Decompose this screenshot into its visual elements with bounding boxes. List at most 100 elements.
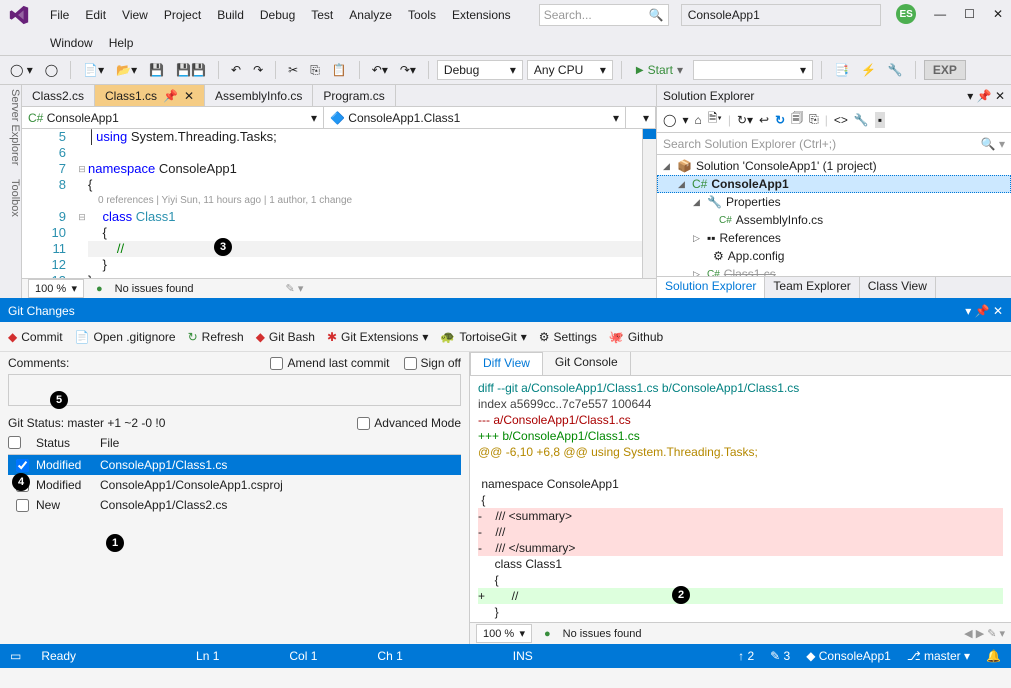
save-all-button[interactable]: 💾💾 xyxy=(172,61,210,79)
undo2-button[interactable]: ↶▾ xyxy=(368,61,392,79)
changed-file-row[interactable]: ModifiedConsoleApp1/ConsoleApp1.csproj xyxy=(8,475,461,495)
panel-close-icon[interactable]: ✕ xyxy=(995,89,1005,103)
new-project-button[interactable]: 📄▾ xyxy=(79,61,108,79)
close-icon[interactable]: ✕ xyxy=(993,7,1003,21)
maximize-icon[interactable]: ☐ xyxy=(964,7,975,21)
github-button[interactable]: 🐙Github xyxy=(609,330,663,344)
sync-icon[interactable]: ↻▾ xyxy=(737,113,753,127)
filter-icon[interactable]: ▪ xyxy=(875,112,885,128)
project-dropdown[interactable]: C# ConsoleApp1▾ xyxy=(22,107,324,128)
select-all-checkbox[interactable] xyxy=(8,436,21,449)
menu-view[interactable]: View xyxy=(114,5,156,25)
advanced-mode-checkbox[interactable]: Advanced Mode xyxy=(357,416,461,430)
cut-button[interactable]: ✂ xyxy=(284,61,302,79)
amend-checkbox[interactable]: Amend last commit xyxy=(270,356,389,370)
nav-back-button[interactable]: ◯ ▾ xyxy=(6,61,37,79)
sync-up-icon[interactable]: ↑ 2 xyxy=(738,649,754,663)
menu-project[interactable]: Project xyxy=(156,5,209,25)
commit-button[interactable]: ◆Commit xyxy=(8,330,63,344)
diff-viewer[interactable]: diff --git a/ConsoleApp1/Class1.cs b/Con… xyxy=(470,376,1011,622)
open-button[interactable]: 📂▾ xyxy=(112,61,141,79)
git-close-icon[interactable]: ✕ xyxy=(993,304,1003,318)
git-extensions-button[interactable]: ✱Git Extensions▾ xyxy=(327,330,428,344)
editor-tab[interactable]: AssemblyInfo.cs xyxy=(205,85,313,106)
menu-help[interactable]: Help xyxy=(101,33,142,53)
menu-tools[interactable]: Tools xyxy=(400,5,444,25)
code-icon[interactable]: <> xyxy=(834,113,848,127)
paste-button[interactable]: 📋 xyxy=(328,61,351,79)
member-dropdown[interactable]: ▾ xyxy=(626,107,656,128)
file-checkbox[interactable] xyxy=(16,459,29,472)
tortoisegit-button[interactable]: 🐢TortoiseGit▾ xyxy=(440,330,526,344)
pin-icon[interactable]: 📌 xyxy=(977,89,992,103)
editor-tab[interactable]: Class2.cs xyxy=(22,85,95,106)
menu-analyze[interactable]: Analyze xyxy=(341,5,400,25)
diff-zoom-dropdown[interactable]: 100 %▾ xyxy=(476,624,532,643)
editor-scrollbar[interactable] xyxy=(642,129,656,278)
server-explorer-tab[interactable]: Server Explorer xyxy=(0,89,21,165)
redo2-button[interactable]: ↷▾ xyxy=(396,61,420,79)
git-dropdown-icon[interactable]: ▾ xyxy=(965,304,971,318)
tool-icon-1[interactable]: 📑 xyxy=(830,61,853,79)
tab-class-view[interactable]: Class View xyxy=(860,277,936,298)
config-dropdown[interactable]: Debug▾ xyxy=(437,60,523,80)
sync-down-icon[interactable]: ✎ 3 xyxy=(770,649,790,663)
menu-build[interactable]: Build xyxy=(209,5,252,25)
changed-file-row[interactable]: NewConsoleApp1/Class2.cs xyxy=(8,495,461,515)
menu-file[interactable]: File xyxy=(42,5,77,25)
menu-test[interactable]: Test xyxy=(303,5,341,25)
minimize-icon[interactable]: ― xyxy=(934,7,946,21)
refresh-button[interactable]: ↻Refresh xyxy=(188,330,244,344)
tab-team-explorer[interactable]: Team Explorer xyxy=(765,277,859,298)
exp-button[interactable]: EXP xyxy=(924,60,966,80)
home2-icon[interactable]: ⌂ xyxy=(694,113,701,127)
editor-tab[interactable]: Program.cs xyxy=(313,85,395,106)
save-button[interactable]: 💾 xyxy=(145,61,168,79)
quick-search-input[interactable]: Search... 🔍 xyxy=(539,4,669,26)
back-icon[interactable]: ↩ xyxy=(759,113,769,127)
zoom-dropdown[interactable]: 100 %▾ xyxy=(28,279,84,298)
user-avatar[interactable]: ES xyxy=(896,4,916,24)
wrench-icon[interactable]: 🔧 xyxy=(854,113,869,127)
toolbox-tab[interactable]: Toolbox xyxy=(0,179,21,217)
editor-tab[interactable]: Class1.cs 📌 ✕ xyxy=(95,85,205,106)
left-tool-tabs[interactable]: Server Explorer Toolbox xyxy=(0,85,22,298)
branch-indicator[interactable]: ⎇ master ▾ xyxy=(907,649,970,663)
copy-icon[interactable]: ⎘ xyxy=(809,112,819,127)
repo-indicator[interactable]: ◆ ConsoleApp1 xyxy=(806,649,891,663)
refresh-icon[interactable]: ↻ xyxy=(775,113,785,127)
tool-icon-3[interactable]: 🔧 xyxy=(884,61,907,79)
notifications-icon[interactable]: 🔔 xyxy=(986,649,1001,663)
git-bash-button[interactable]: ◆Git Bash xyxy=(256,330,315,344)
solution-tree[interactable]: ◢📦Solution 'ConsoleApp1' (1 project) ◢C#… xyxy=(657,155,1011,276)
menu-debug[interactable]: Debug xyxy=(252,5,303,25)
home-icon[interactable]: ◯ xyxy=(663,113,676,127)
start-button[interactable]: Start▾ xyxy=(630,61,689,79)
git-pin-icon[interactable]: 📌 xyxy=(975,304,990,318)
menu-window[interactable]: Window xyxy=(42,33,101,53)
tab-solution-explorer[interactable]: Solution Explorer xyxy=(657,277,765,298)
file-checkbox[interactable] xyxy=(16,499,29,512)
undo-button[interactable]: ↶ xyxy=(227,61,245,79)
solution-search-input[interactable]: Search Solution Explorer (Ctrl+;)🔍 ▾ xyxy=(657,133,1011,155)
start-target-dropdown[interactable]: ▾ xyxy=(693,60,813,80)
platform-dropdown[interactable]: Any CPU▾ xyxy=(527,60,613,80)
menu-extensions[interactable]: Extensions xyxy=(444,5,519,25)
redo-button[interactable]: ↷ xyxy=(249,61,267,79)
diff-view-tab[interactable]: Diff View xyxy=(470,352,543,375)
menu-edit[interactable]: Edit xyxy=(77,5,114,25)
tab-pin-icon[interactable]: 📌 xyxy=(163,89,178,103)
code-editor[interactable]: 5678910111213 ⊟⊟ │using System.Threading… xyxy=(22,129,656,278)
collapse-icon[interactable]: 🗎▾ xyxy=(708,109,722,130)
tab-close-icon[interactable]: ✕ xyxy=(184,89,194,103)
nav-fwd-button[interactable]: ◯ xyxy=(41,61,62,79)
tool-icon-2[interactable]: ⚡ xyxy=(857,61,880,79)
showall-icon[interactable]: 🗐 xyxy=(791,109,803,130)
git-console-tab[interactable]: Git Console xyxy=(543,352,631,375)
open-gitignore-button[interactable]: 📄Open .gitignore xyxy=(75,330,176,344)
settings-button[interactable]: ⚙Settings xyxy=(539,330,597,344)
class-dropdown[interactable]: 🔷 ConsoleApp1.Class1▾ xyxy=(324,107,626,128)
signoff-checkbox[interactable]: Sign off xyxy=(404,356,461,370)
panel-dropdown-icon[interactable]: ▾ xyxy=(967,89,973,103)
changed-file-row[interactable]: ModifiedConsoleApp1/Class1.cs xyxy=(8,455,461,475)
